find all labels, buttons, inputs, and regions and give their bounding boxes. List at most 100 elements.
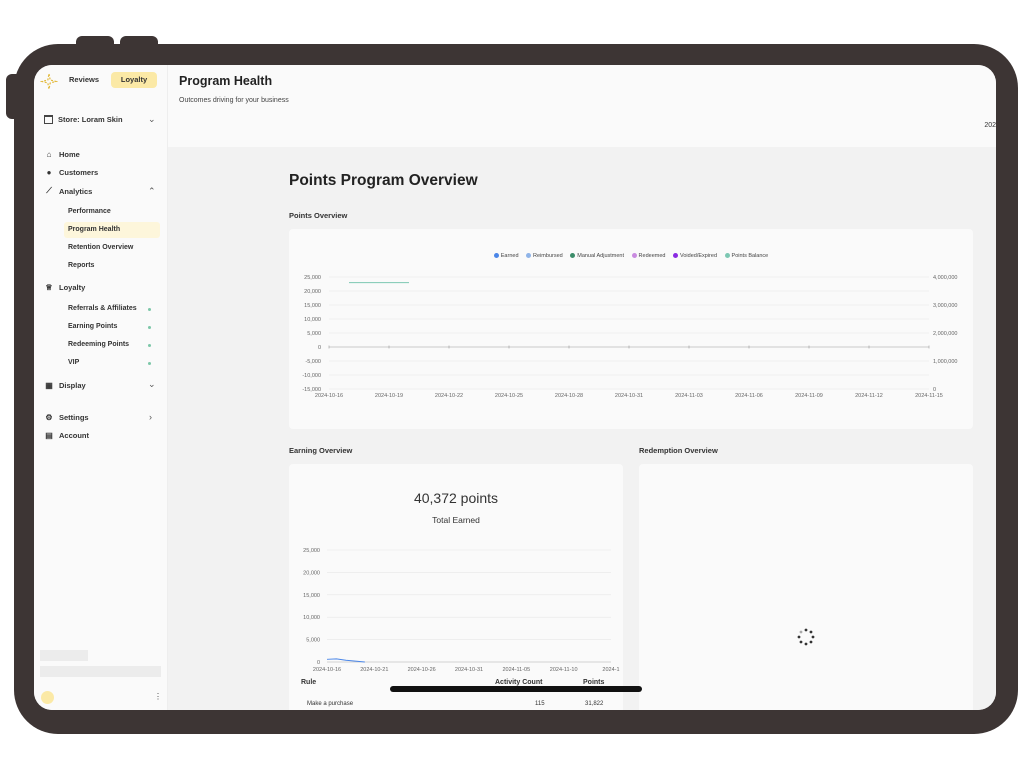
sidebar-item-label: Display [59, 381, 86, 390]
earning-overview-card: 40,372 points Total Earned 25,000 20,000 1… [289, 464, 623, 710]
x-tick-label: 2024-10-31 [615, 393, 643, 399]
sidebar-item-label: Customers [59, 168, 99, 177]
status-dot [148, 308, 151, 311]
x-tick-label: 2024-1 [602, 667, 619, 673]
x-tick-label: 2024-10-16 [315, 393, 343, 399]
x-tick-label: 2024-10-31 [455, 667, 483, 673]
page-title: Program Health [179, 74, 273, 88]
more-options-icon[interactable]: ⋮ [154, 692, 162, 701]
chevron-down-icon[interactable]: ⌄ [148, 379, 156, 390]
y-tick-label: 15,000 [303, 593, 320, 599]
x-tick-label: 2024-10-26 [408, 667, 436, 673]
user-icon: ● [46, 168, 52, 177]
y-right-tick-label: 1,000,000 [933, 359, 957, 365]
sidebar-item-display[interactable]: ▦ Display [44, 381, 86, 390]
y-tick-label: 10,000 [303, 615, 320, 621]
table-header-activity-count: Activity Count [495, 679, 543, 686]
loyalty-icon: ♕ [45, 283, 53, 292]
status-dot [148, 326, 151, 329]
chart-icon: ⟋ [46, 186, 52, 195]
x-tick-label: 2024-10-16 [313, 667, 341, 673]
series-line-earned [326, 658, 365, 663]
x-tick-label: 2024-11-12 [855, 393, 883, 399]
reviews-toggle[interactable]: Reviews [61, 72, 107, 88]
sidebar-item-label: Account [59, 431, 89, 440]
x-tick-label: 2024-11-10 [550, 667, 578, 673]
y-tick-label: 15,000 [304, 303, 321, 309]
x-tick-label: 2024-11-09 [795, 393, 823, 399]
section-title: Points Program Overview [289, 172, 478, 189]
y-tick-label: 5,000 [306, 638, 320, 644]
sidebar-item-retention-overview[interactable]: Retention Overview [64, 240, 160, 256]
redemption-overview-card [639, 464, 973, 710]
x-tick-label: 2024-10-25 [495, 393, 523, 399]
loading-spinner-icon [797, 628, 815, 646]
x-tick-label: 2024-10-22 [435, 393, 463, 399]
x-tick-label: 2024-10-21 [360, 667, 388, 673]
grid-icon: ▦ [45, 381, 53, 390]
home-indicator [390, 686, 642, 692]
store-icon [44, 115, 53, 124]
y-tick-label: -5,000 [305, 359, 321, 365]
sidebar-item-reports[interactable]: Reports [64, 258, 160, 274]
sidebar-item-vip[interactable]: VIP [64, 355, 160, 371]
x-tick-label: 2024-10-28 [555, 393, 583, 399]
points-overview-card: Earned Reimbursed Manual Adjustment Rede… [289, 229, 973, 429]
loyalty-toggle[interactable]: Loyalty [111, 72, 157, 88]
page-subtitle: Outcomes driving for your business [179, 97, 289, 104]
y-right-tick-label: 2,000,000 [933, 331, 957, 337]
points-overview-chart: 25,000 20,000 15,000 10,000 5,000 0 -5,000 -10,… [302, 275, 957, 399]
sidebar-item-home[interactable]: ⌂ Home [44, 150, 80, 159]
store-selector[interactable]: Store: Loram Skin [44, 115, 123, 124]
points-overview-label: Points Overview [289, 211, 348, 220]
table-cell-points: 31,822 [585, 701, 604, 707]
y-tick-label: 0 [317, 660, 320, 666]
sidebar-item-customers[interactable]: ● Customers [44, 168, 99, 177]
sidebar-item-performance[interactable]: Performance [64, 204, 160, 220]
y-right-tick-label: 3,000,000 [933, 303, 957, 309]
sidebar-item-loyalty[interactable]: ♕ Loyalty [44, 283, 85, 292]
sidebar-item-account[interactable]: ▤ Account [44, 431, 89, 440]
x-tick-label: 2024-11-06 [735, 393, 763, 399]
chevron-up-icon[interactable]: ⌃ [148, 186, 156, 197]
sidebar-item-label: Home [59, 150, 80, 159]
app-screen: Reviews Loyalty Store: Loram Skin ⌄ ⌂ Ho… [34, 65, 996, 710]
x-tick-label: 2024-11-03 [675, 393, 703, 399]
chevron-down-icon[interactable]: ⌄ [148, 114, 156, 125]
store-label: Store: Loram Skin [58, 115, 123, 124]
sidebar-item-earning-points[interactable]: Earning Points [64, 319, 160, 335]
y-tick-label: 25,000 [303, 548, 320, 554]
logo-icon [40, 73, 58, 90]
x-tick-label: 2024-10-19 [375, 393, 403, 399]
sidebar-item-label: Settings [59, 413, 89, 422]
table-cell-activity-count: 115 [535, 701, 545, 707]
chevron-right-icon[interactable]: › [149, 412, 152, 422]
table-header-rule: Rule [301, 679, 317, 686]
y-tick-label: 20,000 [304, 289, 321, 295]
sidebar-item-settings[interactable]: ⚙ Settings [44, 413, 89, 422]
sidebar-item-program-health[interactable]: Program Health [64, 222, 160, 238]
device-button [6, 74, 18, 119]
y-tick-label: 5,000 [307, 331, 321, 337]
y-tick-label: 20,000 [303, 570, 320, 576]
sidebar-item-analytics[interactable]: ⟋ Analytics [44, 186, 92, 196]
placeholder-block [40, 650, 88, 661]
device-button [120, 36, 158, 48]
avatar[interactable] [41, 691, 54, 704]
earning-overview-label: Earning Overview [289, 446, 353, 455]
page-header: Program Health Outcomes driving for your… [168, 65, 996, 147]
date-range-label[interactable]: 202 [984, 122, 996, 129]
sidebar-item-label: Loyalty [59, 283, 86, 292]
status-dot [148, 344, 151, 347]
earning-overview-chart: 25,000 20,000 15,000 10,000 5,000 02024-10-16… [303, 548, 619, 673]
redemption-overview-label: Redemption Overview [639, 446, 718, 455]
document-icon: ▤ [45, 431, 53, 440]
y-tick-label: 10,000 [304, 317, 321, 323]
placeholder-block [40, 666, 161, 677]
table-header-points: Points [583, 679, 605, 686]
sidebar-item-referrals[interactable]: Referrals & Affiliates [64, 301, 160, 317]
x-tick-label: 2024-11-15 [915, 393, 943, 399]
status-dot [148, 362, 151, 365]
table-cell-rule: Make a purchase [307, 701, 354, 707]
sidebar-item-redeeming-points[interactable]: Redeeming Points [64, 337, 160, 353]
